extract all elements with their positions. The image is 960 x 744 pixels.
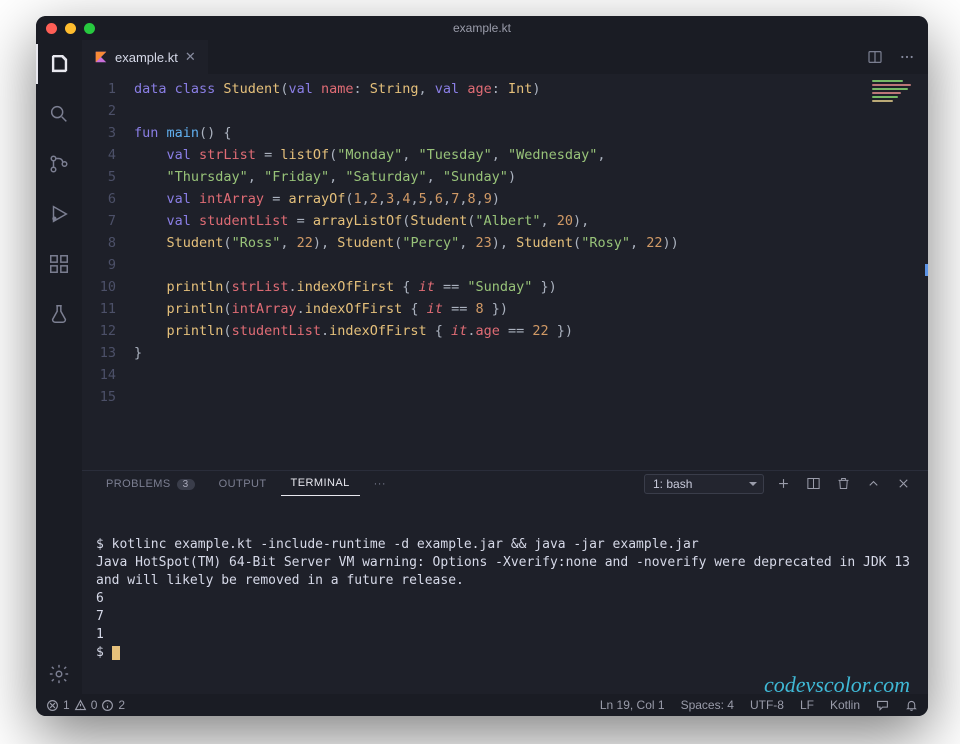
kill-terminal-icon[interactable] xyxy=(832,473,854,495)
feedback-icon[interactable] xyxy=(876,699,889,712)
code-content[interactable]: data class Student(val name: String, val… xyxy=(134,74,868,470)
terminal-selector-dropdown[interactable]: 1: bash xyxy=(644,474,764,494)
minimap[interactable] xyxy=(868,74,928,470)
source-control-icon[interactable] xyxy=(36,144,82,184)
status-bar: 1 0 2 Ln 19, Col 1 Spaces: 4 UTF-8 LF Ko… xyxy=(36,694,928,716)
status-cursor-position[interactable]: Ln 19, Col 1 xyxy=(600,698,665,712)
tab-example-kt[interactable]: example.kt ✕ xyxy=(82,40,208,74)
window-title: example.kt xyxy=(36,21,928,35)
search-icon[interactable] xyxy=(36,94,82,134)
activity-bar xyxy=(36,40,82,694)
bottom-panel: PROBLEMS3 OUTPUT TERMINAL ··· 1: bash xyxy=(82,470,928,694)
more-actions-icon[interactable] xyxy=(894,44,920,70)
tab-problems[interactable]: PROBLEMS3 xyxy=(96,472,205,496)
tab-filename: example.kt xyxy=(115,50,178,65)
kotlin-file-icon xyxy=(94,50,108,64)
status-indentation[interactable]: Spaces: 4 xyxy=(681,698,734,712)
tab-close-icon[interactable]: ✕ xyxy=(185,49,196,65)
overview-ruler-marker xyxy=(925,264,928,276)
code-panel[interactable]: 123456789101112131415 data class Student… xyxy=(82,74,928,470)
status-encoding[interactable]: UTF-8 xyxy=(750,698,784,712)
maximize-panel-icon[interactable] xyxy=(862,473,884,495)
terminal-content[interactable]: $ kotlinc example.kt -include-runtime -d… xyxy=(82,496,928,694)
editor-area: example.kt ✕ 123456789101112131415 data … xyxy=(82,40,928,694)
status-errors-warnings[interactable]: 1 0 2 xyxy=(46,698,125,712)
watermark-text: codevscolor.com xyxy=(764,676,910,694)
tab-bar: example.kt ✕ xyxy=(82,40,928,74)
panel-tabs: PROBLEMS3 OUTPUT TERMINAL ··· 1: bash xyxy=(82,471,928,496)
settings-gear-icon[interactable] xyxy=(36,654,82,694)
extensions-icon[interactable] xyxy=(36,244,82,284)
titlebar[interactable]: example.kt xyxy=(36,16,928,40)
tab-output[interactable]: OUTPUT xyxy=(209,472,277,496)
new-terminal-icon[interactable] xyxy=(772,473,794,495)
testing-icon[interactable] xyxy=(36,294,82,334)
line-number-gutter: 123456789101112131415 xyxy=(82,74,134,470)
split-terminal-icon[interactable] xyxy=(802,473,824,495)
close-panel-icon[interactable] xyxy=(892,473,914,495)
problems-badge: 3 xyxy=(177,479,195,490)
split-editor-icon[interactable] xyxy=(862,44,888,70)
status-eol[interactable]: LF xyxy=(800,698,814,712)
editor-window: example.kt xyxy=(36,16,928,716)
tab-terminal[interactable]: TERMINAL xyxy=(281,471,360,496)
run-debug-icon[interactable] xyxy=(36,194,82,234)
notifications-bell-icon[interactable] xyxy=(905,699,918,712)
status-language[interactable]: Kotlin xyxy=(830,698,860,712)
panel-more-icon[interactable]: ··· xyxy=(364,472,396,496)
explorer-icon[interactable] xyxy=(36,44,82,84)
